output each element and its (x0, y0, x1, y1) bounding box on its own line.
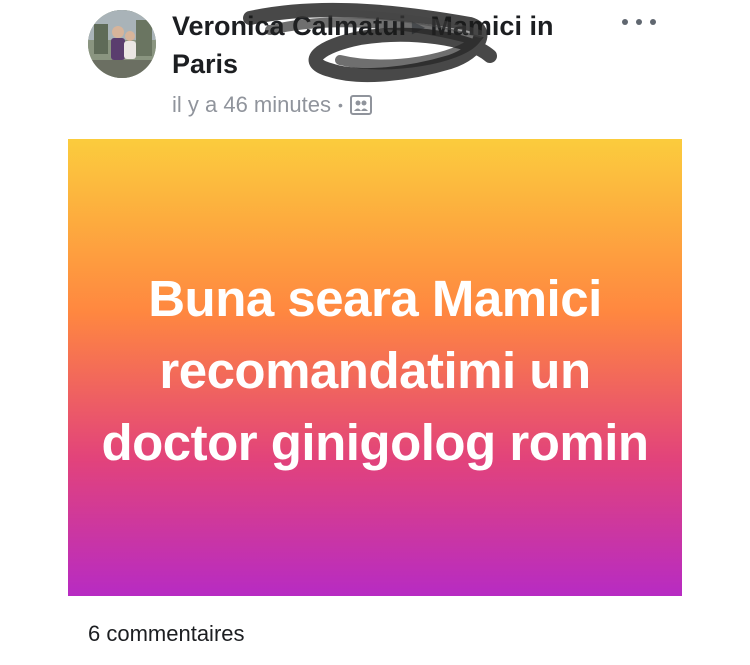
post-title: Veronica Calmatui ▶ Mamici in Paris (172, 8, 592, 82)
post-meta: il y a 46 minutes • (172, 91, 592, 119)
avatar-photo-icon (88, 10, 156, 78)
comments-count-link[interactable]: 6 commentaires (88, 620, 245, 648)
post-header: Veronica Calmatui ▶ Mamici in Paris il y a… (172, 8, 592, 119)
author-name[interactable]: Veronica Calmatui (172, 11, 406, 41)
feed-post: Veronica Calmatui ▶ Mamici in Paris il y a… (0, 0, 750, 665)
status-background-card[interactable]: Buna seara Mamici recomandatimi un docto… (68, 139, 682, 596)
author-avatar[interactable] (88, 10, 156, 78)
group-photo-icon (349, 95, 372, 115)
more-options-icon[interactable] (622, 8, 656, 36)
status-text: Buna seara Mamici recomandatimi un docto… (101, 269, 649, 471)
shared-to-arrow-icon: ▶ (412, 19, 425, 36)
post-timestamp[interactable]: il y a 46 minutes (172, 91, 331, 119)
meta-separator: • (337, 97, 343, 113)
